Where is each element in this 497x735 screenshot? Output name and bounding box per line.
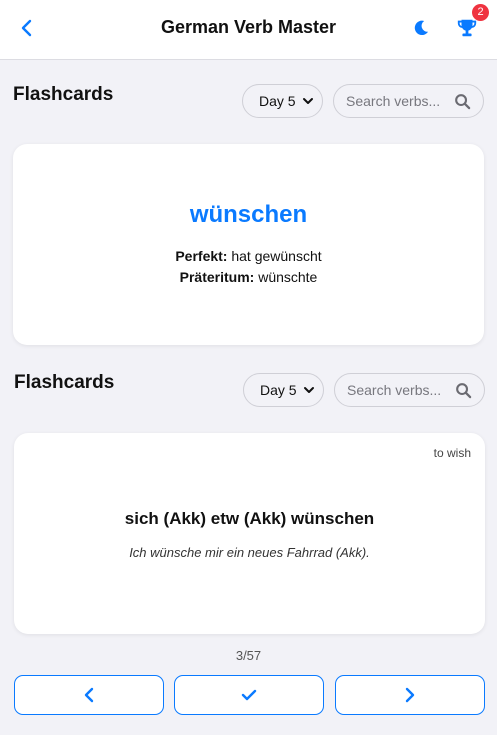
mark-known-button[interactable] [174,675,324,715]
theme-toggle-button[interactable] [409,16,433,40]
chevron-right-icon [405,687,415,703]
section-title: Flashcards [13,84,114,105]
chevron-down-icon [304,387,314,393]
card-counter: 3/57 [235,648,262,663]
perfekt-label: Perfekt: [175,248,228,264]
moon-icon [414,20,429,36]
search-input[interactable] [346,93,451,109]
previous-button[interactable] [14,675,164,715]
verb-infinitive: wünschen [189,201,308,228]
perfekt-line: Perfekt: hat gewünscht [13,248,484,264]
chevron-left-icon [84,687,94,703]
day-select-value: Day 5 [259,93,296,109]
top-bar: German Verb Master 2 [0,0,497,60]
day-select[interactable]: Day 5 [243,373,324,407]
praeteritum-label: Präteritum: [179,269,255,285]
search-icon[interactable] [455,382,472,399]
section-title: Flashcards [14,372,115,393]
trophy-icon [457,19,477,37]
praeteritum-line: Präteritum: wünschte [13,269,484,285]
verb-flashcard[interactable]: wünschen Perfekt: hat gewünscht Präterit… [13,144,484,345]
phrase-text: sich (Akk) etw (Akk) wünschen [124,509,375,528]
perfekt-value: hat gewünscht [231,248,322,264]
praeteritum-value: wünschte [258,269,318,285]
example-sentence: Ich wünsche mir ein neues Fahrrad (Akk). [129,545,370,560]
trophy-badge: 2 [472,4,489,21]
check-icon [241,689,257,701]
meaning-text: to wish [433,446,471,460]
chevron-down-icon [303,98,313,104]
day-select[interactable]: Day 5 [242,84,323,118]
phrase-flashcard[interactable]: to wish sich (Akk) etw (Akk) wünschen Ic… [14,433,485,634]
search-box [333,84,484,118]
search-input[interactable] [347,382,452,398]
day-select-value: Day 5 [260,382,297,398]
search-icon[interactable] [454,93,471,110]
search-box [334,373,485,407]
next-button[interactable] [335,675,485,715]
